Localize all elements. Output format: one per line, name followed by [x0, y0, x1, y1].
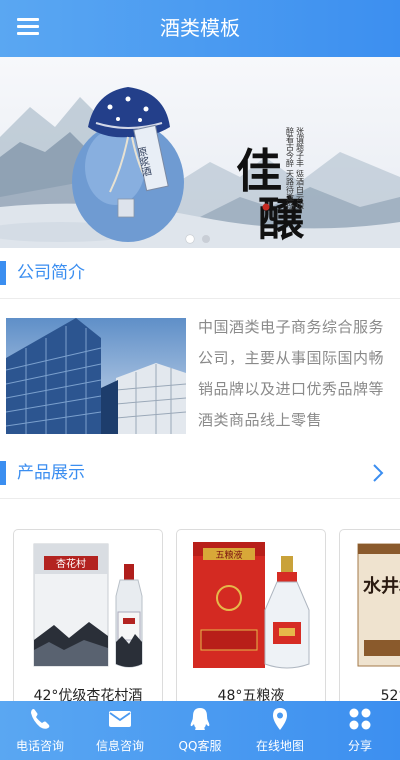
chevron-right-icon[interactable] — [368, 461, 388, 485]
product-card[interactable]: 水井坊 52°水井坊 — [339, 529, 400, 701]
hero-banner[interactable]: 原浆酒 佳 醸 张谓题子丰 惩酒白云边 醉看古今醉 天路待邀捣 — [0, 57, 400, 248]
product-box-label: 五粮液 — [215, 549, 242, 561]
qq-penguin-icon — [190, 708, 210, 730]
page-title: 酒类模板 — [160, 16, 240, 40]
product-box-label: 杏花村 — [56, 557, 86, 570]
product-box-label: 水井坊 — [363, 575, 400, 597]
product-carousel[interactable]: 杏花村 42°优级杏花村酒 五粮液 48°五粮液 水井 52 — [0, 529, 400, 701]
banner-poem-line-1: 张谓题子丰 惩酒白云边 — [296, 127, 305, 211]
about-description: 中国酒类电子商务综合服务公司，主要从事国际国内畅销品牌以及进口优秀品牌等酒类商品… — [198, 318, 385, 429]
product-name[interactable]: 48°五粮液 — [177, 685, 325, 701]
bottom-tab-bar: 电话咨询 信息咨询 QQ客服 在线地图 分享 — [0, 701, 400, 760]
tab-phone[interactable]: 电话咨询 — [0, 701, 80, 760]
tab-qq[interactable]: QQ客服 — [160, 701, 240, 760]
tab-label: 信息咨询 — [95, 739, 144, 753]
share-grid-icon — [349, 708, 371, 730]
carousel-dot[interactable] — [202, 235, 210, 243]
banner-poem-line-2: 醉看古今醉 天路待邀捣 — [286, 126, 295, 211]
tab-share[interactable]: 分享 — [320, 701, 400, 760]
tab-label: 在线地图 — [255, 739, 304, 753]
tab-label: QQ客服 — [178, 739, 222, 753]
product-image: 水井坊 — [357, 543, 400, 667]
section-accent-bar — [0, 261, 6, 285]
banner-title-char-1: 佳 — [236, 144, 282, 198]
section-accent-bar — [0, 461, 6, 485]
tab-label: 电话咨询 — [15, 739, 64, 753]
product-image: 杏花村 — [33, 543, 143, 668]
product-card[interactable]: 五粮液 48°五粮液 — [176, 529, 326, 701]
tab-message[interactable]: 信息咨询 — [80, 701, 160, 760]
company-building-image — [6, 318, 186, 434]
product-image: 五粮液 — [193, 542, 310, 669]
about-section-header: 公司简介 — [0, 248, 400, 299]
products-section-header: 产品展示 — [0, 448, 400, 499]
tab-label: 分享 — [347, 739, 372, 753]
phone-icon — [31, 709, 50, 729]
tab-map[interactable]: 在线地图 — [240, 701, 320, 760]
product-name[interactable]: 42°优级杏花村酒 — [14, 685, 162, 701]
carousel-dot-active[interactable] — [186, 235, 194, 243]
about-heading: 公司简介 — [17, 263, 85, 283]
hamburger-menu-icon[interactable] — [14, 12, 44, 42]
products-heading: 产品展示 — [17, 463, 85, 483]
banner-artwork: 原浆酒 佳 醸 张谓题子丰 惩酒白云边 醉看古今醉 天路待邀捣 — [0, 87, 400, 248]
app-header: 酒类模板 — [0, 0, 400, 57]
map-pin-icon — [273, 708, 287, 730]
product-card[interactable]: 杏花村 42°优级杏花村酒 — [13, 529, 163, 701]
envelope-icon — [109, 711, 131, 727]
product-name[interactable]: 52°水井坊 — [340, 685, 400, 701]
